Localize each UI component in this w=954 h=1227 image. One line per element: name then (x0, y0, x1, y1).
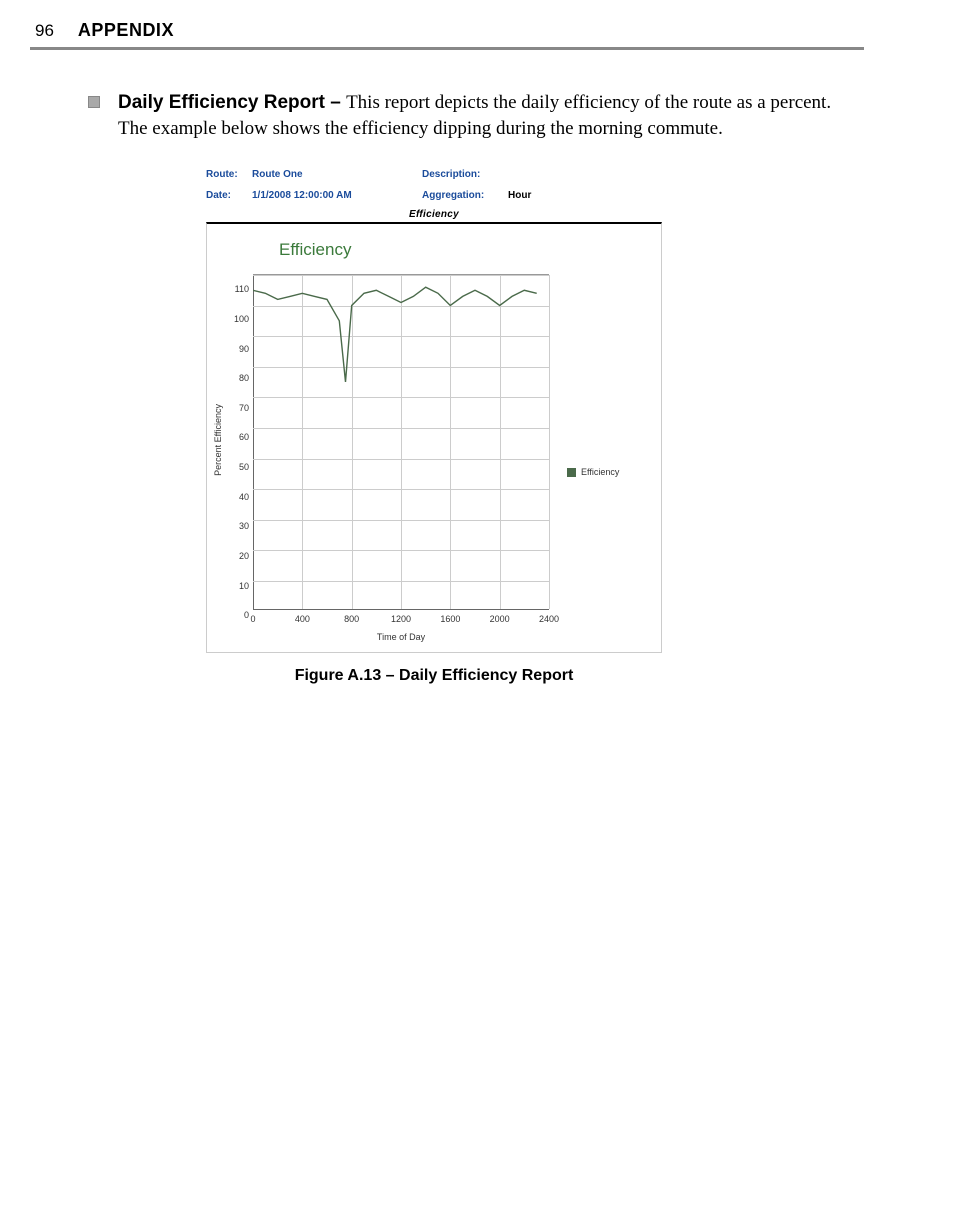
page-header: 96 APPENDIX (35, 20, 864, 41)
bullet-item: Daily Efficiency Report – This report de… (88, 90, 864, 141)
legend-label: Efficiency (581, 467, 619, 477)
square-bullet-icon (88, 96, 100, 108)
bullet-paragraph: Daily Efficiency Report – This report de… (118, 90, 864, 141)
header-rule (30, 47, 864, 50)
x-tick-label: 800 (340, 614, 364, 624)
x-tick-label: 0 (241, 614, 265, 624)
report-info-grid: Route: Route One Description: Date: 1/1/… (206, 169, 662, 201)
y-tick-label: 10 (227, 581, 249, 591)
bullet-lead: Daily Efficiency Report – (118, 92, 346, 113)
gridline-v (549, 275, 550, 609)
line-series (253, 275, 549, 611)
x-tick-label: 2400 (537, 614, 561, 624)
y-tick-label: 100 (227, 314, 249, 324)
figure: Route: Route One Description: Date: 1/1/… (206, 169, 662, 685)
y-tick-label: 50 (227, 462, 249, 472)
y-tick-label: 80 (227, 373, 249, 383)
legend-swatch-icon (567, 468, 576, 477)
legend: Efficiency (567, 302, 619, 642)
date-value: 1/1/2008 12:00:00 AM (252, 190, 422, 201)
aggregation-value: Hour (508, 190, 598, 201)
x-tick-label: 1600 (438, 614, 462, 624)
x-axis-ticks: 04008001200160020002400 (253, 614, 549, 626)
plot-block: Efficiency 04008001200160020002400 Time … (249, 238, 549, 642)
section-title: APPENDIX (78, 20, 174, 41)
description-label: Description: (422, 169, 508, 180)
x-tick-label: 400 (290, 614, 314, 624)
y-tick-label: 30 (227, 521, 249, 531)
y-tick-label: 60 (227, 432, 249, 442)
description-value (508, 169, 598, 180)
x-tick-label: 2000 (488, 614, 512, 624)
page: 96 APPENDIX Daily Efficiency Report – Th… (0, 0, 954, 1227)
body-content: Daily Efficiency Report – This report de… (88, 90, 864, 685)
x-tick-label: 1200 (389, 614, 413, 624)
chart-frame: Percent Efficiency 110100908070605040302… (206, 222, 662, 653)
y-tick-label: 90 (227, 344, 249, 354)
chart-left: Percent Efficiency 110100908070605040302… (213, 238, 549, 642)
y-tick-label: 20 (227, 551, 249, 561)
x-axis-label: Time of Day (253, 632, 549, 642)
y-tick-label: 110 (227, 284, 249, 294)
y-tick-label: 70 (227, 403, 249, 413)
y-tick-label: 40 (227, 492, 249, 502)
report-chart-header: Efficiency (206, 209, 662, 220)
date-label: Date: (206, 190, 252, 201)
route-label: Route: (206, 169, 252, 180)
aggregation-label: Aggregation: (422, 190, 508, 201)
chart-title: Efficiency (279, 240, 549, 260)
y-axis-ticks: 1101009080706050403020100 (227, 284, 249, 620)
y-axis-label: Percent Efficiency (213, 404, 223, 476)
page-number: 96 (35, 21, 54, 41)
route-value: Route One (252, 169, 422, 180)
figure-caption: Figure A.13 – Daily Efficiency Report (206, 667, 662, 685)
plot-area (253, 274, 549, 610)
